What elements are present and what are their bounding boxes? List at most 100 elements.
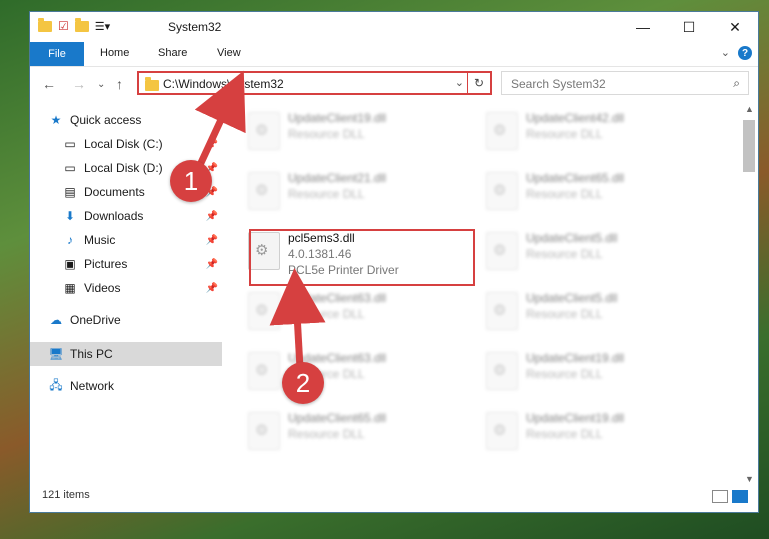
- address-path[interactable]: C:\Windows\System32: [163, 77, 284, 91]
- sidebar-item-this-pc[interactable]: 🖥 This PC: [30, 342, 222, 366]
- file-description: Resource DLL: [526, 127, 603, 141]
- file-name: UpdateClient19.dll: [526, 411, 625, 425]
- music-icon: ♪: [67, 233, 73, 247]
- quick-access-toolbar: ☑ ☰▾: [38, 17, 110, 33]
- new-folder-icon[interactable]: [74, 17, 89, 32]
- explorer-window: ☑ ☰▾ System32 — ☐ ✕ File Home Share View…: [30, 12, 758, 512]
- ribbon: File Home Share View ⌄ ?: [30, 42, 758, 67]
- file-item[interactable]: UpdateClient65.dll Resource DLL: [478, 164, 698, 216]
- file-item[interactable]: UpdateClient19.dll Resource DLL: [478, 404, 698, 456]
- up-button[interactable]: ↑: [116, 76, 123, 92]
- minimize-button[interactable]: —: [620, 12, 666, 42]
- file-description: Resource DLL: [526, 367, 603, 381]
- tab-file[interactable]: File: [30, 42, 84, 66]
- folder-icon: [38, 17, 52, 32]
- help-icon[interactable]: ?: [738, 46, 752, 60]
- tab-view[interactable]: View: [217, 47, 241, 59]
- file-item[interactable]: UpdateClient19.dll Resource DLL: [240, 104, 460, 156]
- file-item[interactable]: UpdateClient63.dll Resource DLL: [240, 284, 460, 336]
- maximize-button[interactable]: ☐: [666, 12, 712, 42]
- view-switcher: [712, 490, 748, 503]
- sidebar-item-label: Downloads: [84, 209, 144, 223]
- file-description: Resource DLL: [526, 247, 603, 261]
- window-title: System32: [168, 20, 222, 34]
- sidebar-item-label: Local Disk (C:): [84, 137, 163, 151]
- title-bar: ☑ ☰▾ System32 — ☐ ✕: [30, 12, 758, 42]
- file-description: Resource DLL: [526, 307, 603, 321]
- forward-button[interactable]: →: [72, 76, 86, 92]
- file-item[interactable]: UpdateClient65.dll Resource DLL: [240, 404, 460, 456]
- search-box[interactable]: Search System32 ⌕: [501, 71, 749, 95]
- sidebar-item-onedrive[interactable]: ☁ OneDrive: [48, 308, 222, 332]
- sidebar-item-pictures[interactable]: ▣ Pictures 📌: [62, 252, 222, 276]
- customize-icon[interactable]: ☰▾: [95, 20, 110, 33]
- file-item[interactable]: UpdateClient19.dll Resource DLL: [478, 344, 698, 396]
- navigation-bar: ← → ⌄ ↑ C:\Windows\System32 ⌄ ↻ Search S…: [30, 69, 758, 99]
- drive-icon: ▭: [64, 161, 76, 175]
- dll-file-icon: [486, 352, 518, 390]
- refresh-button[interactable]: ↻: [467, 73, 490, 93]
- sidebar-item-label: Pictures: [84, 257, 128, 271]
- documents-icon: ▤: [64, 185, 76, 199]
- dll-file-icon: [248, 112, 280, 150]
- search-icon: ⌕: [733, 76, 740, 90]
- scrollbar-thumb[interactable]: [743, 120, 755, 172]
- file-item[interactable]: UpdateClient42.dll Resource DLL: [478, 104, 698, 156]
- sidebar-item-label: Quick access: [70, 113, 142, 127]
- file-item[interactable]: UpdateClient5.dll Resource DLL: [478, 224, 698, 276]
- file-item[interactable]: UpdateClient63.dll Resource DLL: [240, 344, 460, 396]
- sidebar-item-label: Videos: [84, 281, 121, 295]
- tab-share[interactable]: Share: [158, 47, 187, 59]
- details-view-icon[interactable]: [712, 490, 728, 503]
- scroll-up-icon[interactable]: ▲: [745, 104, 754, 114]
- sidebar-item-label: Documents: [84, 185, 145, 199]
- file-item[interactable]: UpdateClient5.dll Resource DLL: [478, 284, 698, 336]
- pin-icon: 📌: [205, 282, 218, 294]
- close-button[interactable]: ✕: [712, 12, 758, 42]
- file-name: UpdateClient42.dll: [526, 111, 625, 125]
- star-icon: ★: [50, 113, 62, 127]
- sidebar-item-label: Music: [84, 233, 116, 247]
- back-button[interactable]: ←: [42, 76, 56, 92]
- tab-home[interactable]: Home: [100, 47, 129, 59]
- file-name: UpdateClient5.dll: [526, 231, 618, 245]
- pin-icon: 📌: [205, 258, 218, 270]
- scroll-down-icon[interactable]: ▼: [745, 474, 754, 484]
- sidebar-item-local-disk-c[interactable]: ▭ Local Disk (C:) 📌: [62, 132, 222, 156]
- sidebar-item-quick-access[interactable]: ★ Quick access: [48, 108, 240, 132]
- file-description: Resource DLL: [288, 307, 365, 321]
- file-name: UpdateClient19.dll: [526, 351, 625, 365]
- file-name: UpdateClient63.dll: [288, 291, 387, 305]
- sidebar-item-music[interactable]: ♪ Music 📌: [62, 228, 222, 252]
- search-input[interactable]: Search System32: [511, 77, 606, 91]
- sidebar-item-videos[interactable]: ▦ Videos 📌: [62, 276, 222, 300]
- dll-file-icon: [486, 112, 518, 150]
- status-item-count: 121 items: [42, 489, 90, 501]
- vertical-scrollbar[interactable]: ▲ ▼: [742, 104, 758, 484]
- sidebar-item-downloads[interactable]: ⬇ Downloads 📌: [62, 204, 222, 228]
- cloud-icon: ☁: [50, 313, 62, 327]
- file-description: Resource DLL: [288, 187, 365, 201]
- file-name: UpdateClient65.dll: [526, 171, 625, 185]
- dll-file-icon: [248, 292, 280, 330]
- sidebar-item-label: Network: [70, 379, 115, 393]
- file-description: Resource DLL: [288, 127, 365, 141]
- dll-file-icon: [486, 412, 518, 450]
- folder-icon: [145, 77, 159, 91]
- file-description: Resource DLL: [526, 427, 603, 441]
- file-name: UpdateClient21.dll: [288, 171, 387, 185]
- sidebar-item-label: This PC: [70, 347, 113, 361]
- file-list: UpdateClient19.dll Resource DLL UpdateCl…: [240, 104, 740, 474]
- highlight-box-file: [249, 229, 475, 286]
- properties-icon[interactable]: ☑: [58, 19, 69, 33]
- file-item[interactable]: UpdateClient21.dll Resource DLL: [240, 164, 460, 216]
- large-icons-view-icon[interactable]: [732, 490, 748, 503]
- sidebar-item-network[interactable]: 🖧 Network: [48, 374, 222, 398]
- recent-locations-button[interactable]: ⌄: [97, 79, 105, 90]
- dll-file-icon: [248, 412, 280, 450]
- address-bar[interactable]: C:\Windows\System32 ⌄ ↻: [137, 71, 492, 95]
- file-name: UpdateClient5.dll: [526, 291, 618, 305]
- chevron-down-icon[interactable]: ⌄: [455, 76, 464, 89]
- ribbon-expand-icon[interactable]: ⌄: [721, 46, 730, 59]
- drive-icon: ▭: [64, 137, 76, 151]
